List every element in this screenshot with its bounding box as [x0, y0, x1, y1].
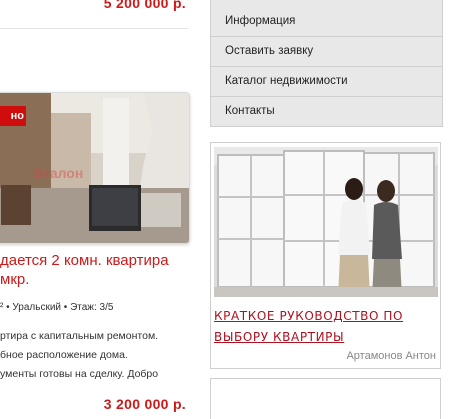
listing-meta: ² • Уральский • Этаж: 3/5	[0, 302, 114, 313]
listing-title-line[interactable]: дается 2 комн. квартира	[0, 251, 190, 270]
article-widget: Краткое руководство по выбору квартиры А…	[210, 142, 441, 369]
menu-item-catalog[interactable]: Каталог недвижимости	[211, 66, 442, 96]
listing-description: ртира с капитальным ремонтом. бное распо…	[0, 327, 190, 384]
menu-item-request[interactable]: Оставить заявку	[211, 36, 442, 66]
svg-text:Эталон: Эталон	[33, 165, 83, 181]
article-photo[interactable]	[214, 147, 438, 297]
sidebar-menu: Информация Оставить заявку Каталог недви…	[210, 0, 443, 127]
listing-title-line[interactable]: мкр.	[0, 270, 190, 289]
article-title-link[interactable]: Краткое руководство по выбору квартиры	[214, 306, 436, 348]
description-line: ументы готовы на сделку. Добро	[0, 368, 159, 380]
next-widget	[210, 378, 441, 419]
article-author: Артамонов Антон	[346, 350, 436, 362]
listing-price: 3 200 000 р.	[103, 396, 186, 412]
listing-title[interactable]: дается 2 комн. квартира мкр.	[0, 251, 190, 289]
room-photo: Эталон	[0, 93, 189, 243]
previous-listing-price: 5 200 000 р.	[103, 0, 186, 11]
description-line: ртира с капитальным ремонтом.	[0, 330, 159, 342]
menu-item-info[interactable]: Информация	[211, 0, 442, 36]
status-badge: но	[0, 106, 26, 126]
description-line: бное расположение дома.	[0, 349, 128, 361]
menu-item-contacts[interactable]: Контакты	[211, 96, 442, 126]
listing-photo[interactable]: Эталон	[0, 92, 190, 244]
divider	[0, 28, 188, 29]
